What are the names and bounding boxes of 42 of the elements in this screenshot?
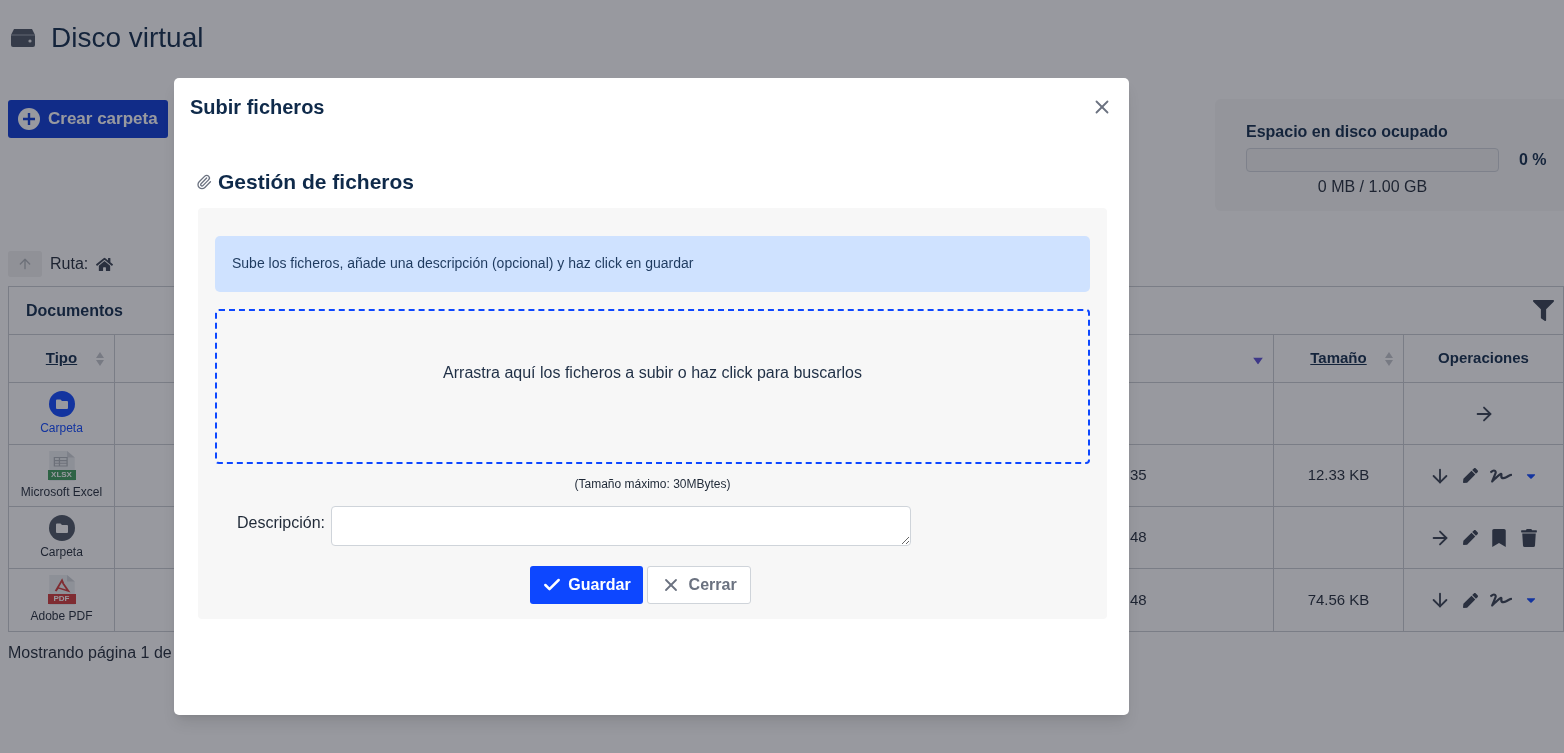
close-button[interactable]: Cerrar [646,565,751,604]
description-label: Descripción: [235,512,326,533]
column-header[interactable]: Tamaño [1310,347,1367,370]
pencil-icon[interactable] [1463,530,1478,545]
pencil-icon[interactable] [1463,468,1478,483]
pdf-file-icon: PDF [47,575,76,605]
filter-icon[interactable] [1533,300,1554,321]
save-button[interactable]: Guardar [530,565,643,604]
arrow-up-icon [17,256,33,272]
table-cell-text: 48 [1130,589,1147,610]
drive-icon [11,29,35,47]
path-label: Ruta: [50,254,89,274]
section-title: Gestión de ficheros [218,169,415,195]
dialog-title: Subir ficheros [190,94,325,120]
pencil-icon[interactable] [1463,592,1478,608]
column-header: Operaciones [1438,348,1529,369]
drop-zone[interactable]: Arrastra aquí los ficheros a subir o haz click para buscarlos [215,308,1090,464]
table-cell-text: 48 [1130,527,1147,548]
pagination-text: Mostrando página 1 de [8,643,173,663]
type-label: Microsoft Excel [20,483,103,501]
usage-percent: 0 % [1519,150,1547,170]
create-folder-button[interactable]: Crear carpeta [8,100,168,138]
home-icon[interactable] [96,255,114,273]
disk-usage-title: Espacio en disco ocupado [1246,122,1449,142]
trash-icon[interactable] [1520,528,1538,547]
paperclip-icon [196,173,212,190]
info-message: Sube los ficheros, añade una descripción (opcional) y haz click en guardar [215,235,1090,292]
description-field[interactable] [331,505,911,546]
file-size: 74.56 KB [1307,589,1370,610]
plus-icon [18,108,40,130]
page-title: Disco virtual [51,21,204,55]
size-hint: (Tamaño máximo: 30MBytes) [573,475,732,493]
column-header[interactable]: Tipo [45,347,78,370]
type-label: Adobe PDF [30,608,93,625]
type-label: Carpeta [40,543,83,561]
spreadsheet-file-icon: XLSX [47,450,76,481]
type-label: Carpeta [40,419,83,437]
usage-amount: 0 MB / 1.00 GB [1316,177,1429,197]
table-title: Documentos [26,300,123,321]
file-size: 12.33 KB [1307,465,1370,486]
bookmark-icon[interactable] [1490,528,1508,547]
table-cell-text: 35 [1130,465,1147,486]
